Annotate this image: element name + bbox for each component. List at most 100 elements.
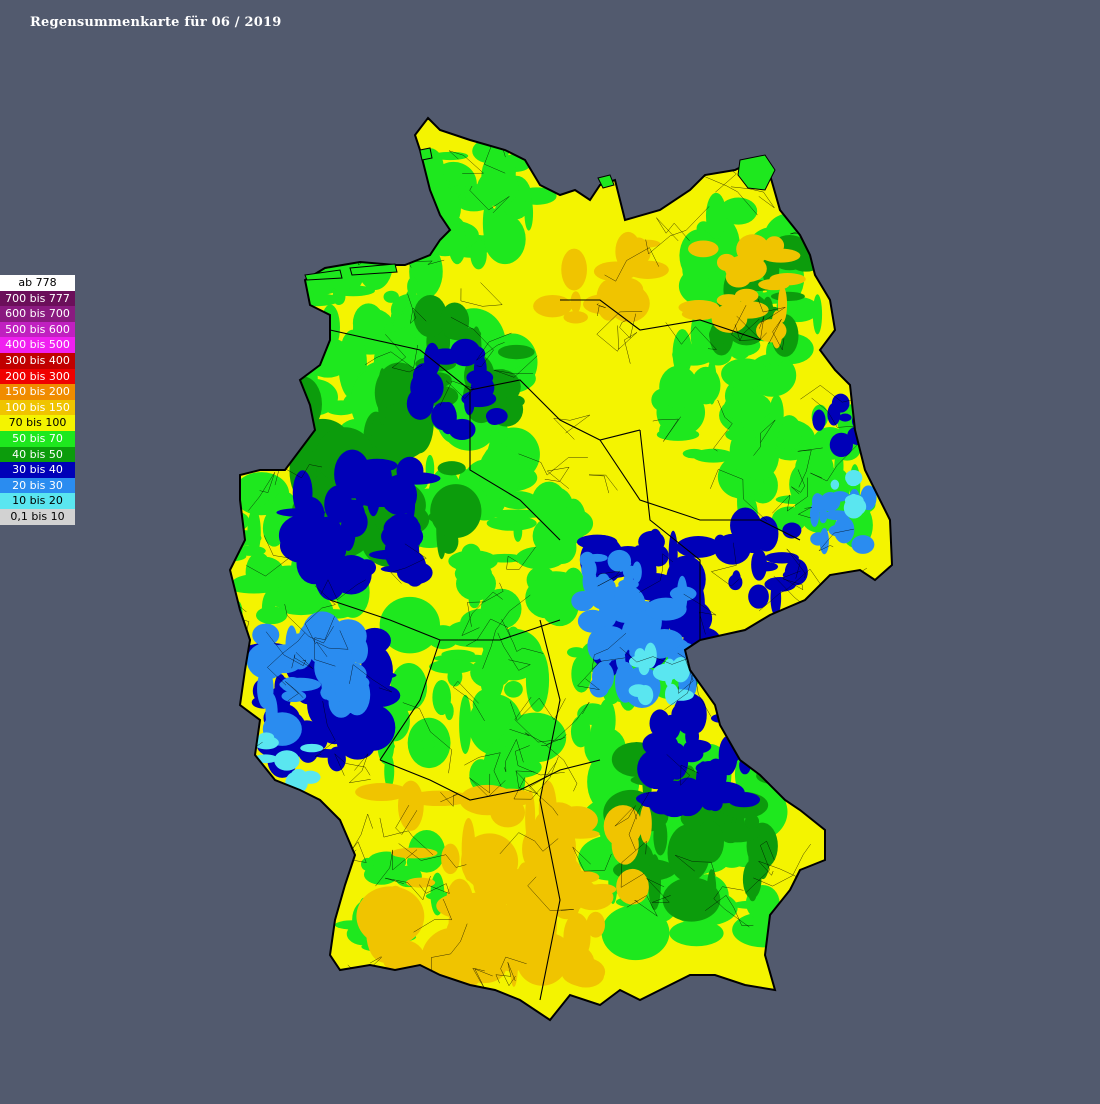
rain-patch	[589, 676, 610, 698]
rain-patch	[705, 192, 727, 240]
rain-patch	[441, 649, 475, 660]
district-border	[276, 234, 314, 266]
rain-patch	[290, 284, 314, 312]
rain-patch	[664, 683, 679, 705]
district-border	[354, 150, 386, 192]
rain-patch	[723, 391, 772, 423]
rain-patch	[777, 286, 788, 323]
rain-patch	[830, 479, 840, 490]
district-border	[283, 282, 306, 301]
rain-patch	[294, 496, 325, 533]
district-border	[813, 591, 880, 629]
rain-patch	[526, 930, 547, 951]
rain-patch	[676, 575, 688, 614]
rain-patch	[349, 501, 366, 534]
district-border	[644, 118, 672, 138]
rain-patch	[351, 637, 369, 664]
rain-patch	[280, 677, 303, 693]
rain-patch	[334, 449, 371, 499]
rain-patch	[513, 520, 523, 542]
district-border	[230, 890, 247, 914]
district-border	[852, 592, 892, 634]
rain-patch	[707, 795, 723, 812]
rain-patch	[644, 642, 657, 669]
rain-patch	[470, 657, 512, 689]
district-border	[266, 945, 315, 985]
rain-patch	[525, 577, 568, 619]
district-border	[793, 762, 822, 780]
rain-patch	[256, 606, 288, 625]
germany-map-svg	[229, 117, 893, 1021]
rain-patch	[691, 366, 721, 405]
rain-patch	[524, 195, 534, 231]
rain-patch	[366, 904, 402, 963]
rain-patch	[769, 394, 784, 434]
rain-patch	[498, 593, 510, 614]
rain-patch	[755, 751, 774, 767]
rain-patch	[448, 550, 498, 572]
rain-patch	[616, 600, 645, 615]
rain-patch	[305, 558, 356, 573]
district-border	[745, 652, 797, 699]
rain-patch	[812, 494, 826, 513]
district-border	[820, 901, 848, 937]
rain-patch	[851, 535, 875, 554]
rain-patch	[476, 169, 519, 207]
rain-patch	[739, 756, 751, 775]
rain-patch	[751, 548, 767, 581]
rain-patch	[682, 448, 706, 459]
district-border	[759, 651, 777, 678]
rain-patch	[581, 558, 597, 581]
rain-patch	[566, 870, 600, 884]
rain-patch	[676, 783, 692, 806]
rain-patch	[300, 743, 324, 753]
rain-patch	[734, 288, 759, 303]
rain-patch	[464, 180, 474, 203]
rain-patch	[470, 765, 490, 783]
island	[419, 147, 433, 161]
rain-patch	[634, 648, 646, 663]
rain-patch	[695, 820, 724, 864]
rain-patch	[812, 409, 826, 431]
district-border	[320, 228, 344, 251]
rain-patch	[688, 240, 719, 258]
rain-patch	[484, 214, 526, 265]
rain-patch	[764, 552, 799, 564]
rain-patch	[853, 408, 874, 434]
rain-patch	[678, 300, 720, 315]
rain-patch	[838, 413, 852, 422]
rain-patch	[714, 534, 727, 550]
rain-patch	[430, 484, 482, 539]
rain-patch	[671, 703, 695, 726]
rain-patch	[392, 472, 441, 485]
rain-patch	[736, 234, 770, 265]
rain-patch	[429, 659, 475, 674]
rain-patch	[772, 726, 785, 783]
rain-patch	[656, 428, 700, 441]
rain-patch	[589, 625, 630, 661]
rain-patch	[419, 739, 436, 750]
rain-patch	[570, 291, 581, 314]
district-border	[357, 230, 409, 266]
rain-patch	[623, 573, 634, 592]
rain-patch	[335, 671, 361, 706]
rain-patch	[531, 481, 567, 525]
district-border	[809, 683, 833, 756]
rain-patch	[731, 900, 779, 910]
rain-patch	[549, 543, 569, 561]
rain-patch	[230, 481, 238, 518]
district-border	[253, 273, 287, 309]
rain-patch	[570, 715, 591, 748]
rain-patch	[845, 469, 863, 486]
rain-patch	[590, 586, 615, 610]
rain-patch	[812, 294, 823, 335]
rain-patch	[336, 703, 365, 713]
rain-patch	[718, 735, 738, 776]
rain-patch	[503, 712, 567, 763]
rain-patch	[744, 814, 760, 830]
rain-patch	[290, 293, 340, 307]
rain-patch	[431, 402, 457, 431]
rain-patch	[710, 713, 732, 723]
rain-patch	[525, 648, 550, 712]
rain-patch	[725, 427, 757, 442]
